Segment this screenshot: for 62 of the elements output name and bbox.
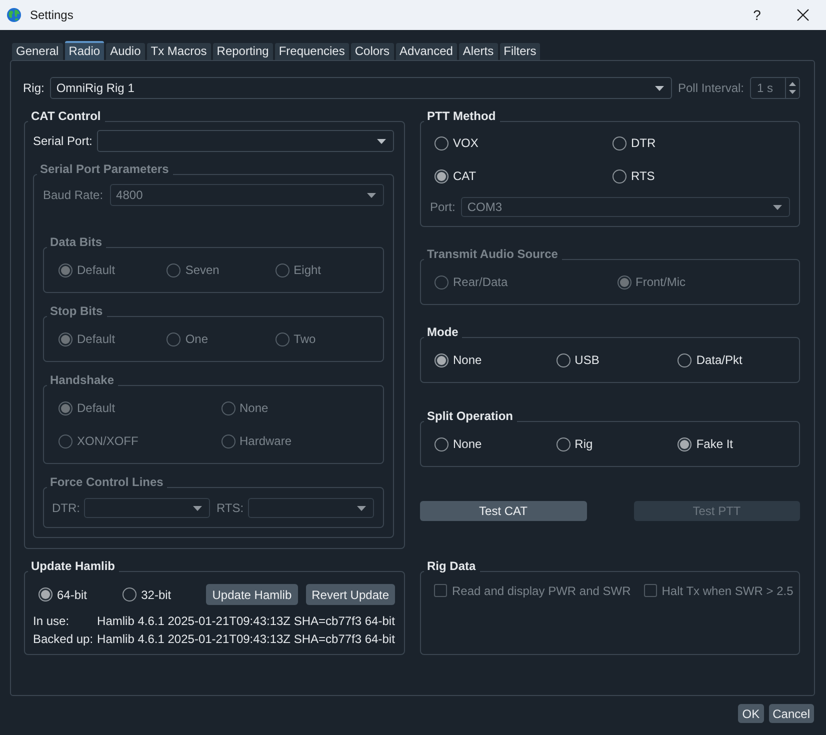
tab[interactable]: Frequencies: [274, 43, 349, 60]
action-button[interactable]: Update Hamlib: [206, 584, 298, 605]
tab[interactable]: Tx Macros: [146, 43, 211, 60]
help-button[interactable]: ?: [752, 7, 762, 23]
field-label: Port:: [430, 200, 456, 214]
close-button[interactable]: [797, 9, 809, 21]
caret-icon: [357, 506, 366, 510]
field-label: Rig:: [23, 81, 44, 95]
group-title: PTT Method: [424, 109, 500, 123]
group-title: Rig Data: [424, 559, 480, 573]
dialog-button[interactable]: OK: [738, 704, 764, 723]
radio-button[interactable]: 32-bit: [122, 584, 172, 604]
radio-button[interactable]: Fake It: [677, 434, 734, 454]
radio-button[interactable]: None: [434, 434, 482, 454]
tab[interactable]: Radio: [64, 41, 104, 60]
radio-button[interactable]: None: [434, 350, 482, 370]
field-label: Baud Rate:: [43, 188, 104, 202]
dialog-button[interactable]: Cancel: [768, 704, 814, 723]
group-title: Handshake: [47, 373, 118, 387]
group-title: Split Operation: [424, 409, 518, 423]
rig-dropdown[interactable]: OmniRig Rig 1: [50, 77, 672, 99]
radio-button[interactable]: VOX: [434, 133, 478, 153]
info-label: In use:: [33, 613, 70, 630]
group-title: Serial Port Parameters: [37, 162, 173, 176]
tab[interactable]: Alerts: [458, 43, 498, 60]
caret-icon: [377, 138, 386, 144]
caret-icon: [773, 204, 782, 210]
tab[interactable]: Advanced: [396, 43, 457, 60]
field-label: DTR:: [52, 501, 80, 515]
field-label: RTS:: [216, 501, 244, 515]
info-value: Hamlib 4.6.1 2025-01-21T09:43:13Z SHA=cb77f3 64-bit: [97, 613, 395, 630]
group-title: Stop Bits: [47, 304, 107, 318]
tab[interactable]: General: [12, 43, 63, 60]
group-title: CAT Control: [28, 109, 105, 123]
info-value: Hamlib 4.6.1 2025-01-21T09:43:13Z SHA=cb77f3 64-bit: [97, 631, 395, 648]
caret-icon: [654, 86, 664, 90]
radio-button[interactable]: 64-bit: [38, 584, 88, 604]
action-button[interactable]: Test CAT: [420, 501, 586, 521]
tab[interactable]: Reporting: [212, 43, 273, 60]
group-title: Force Control Lines: [47, 475, 168, 489]
group-title: Update Hamlib: [28, 559, 120, 573]
caret-icon: [367, 192, 376, 198]
group-title: Data Bits: [47, 235, 106, 249]
close-icon: [797, 9, 809, 21]
field-label: Serial Port:: [33, 134, 92, 148]
radio-button[interactable]: USB: [556, 350, 600, 370]
field-label: Poll Interval:: [678, 81, 744, 95]
radio-button[interactable]: CAT: [434, 166, 476, 186]
radio-button[interactable]: DTR: [612, 133, 656, 153]
radio-button[interactable]: Rig: [556, 434, 593, 454]
group-title: Mode: [424, 325, 462, 339]
action-button[interactable]: Revert Update: [306, 584, 395, 605]
tab[interactable]: Filters: [500, 43, 540, 60]
window-title: Settings: [30, 8, 74, 22]
radio-button[interactable]: RTS: [612, 166, 655, 186]
tab[interactable]: Colors: [350, 43, 394, 60]
tab[interactable]: Audio: [106, 43, 145, 60]
radio-button[interactable]: Data/Pkt: [677, 350, 742, 370]
caret-icon: [193, 506, 202, 510]
group-title: Transmit Audio Source: [424, 247, 562, 261]
globe-icon: [7, 8, 21, 22]
info-label: Backed up:: [33, 631, 94, 648]
